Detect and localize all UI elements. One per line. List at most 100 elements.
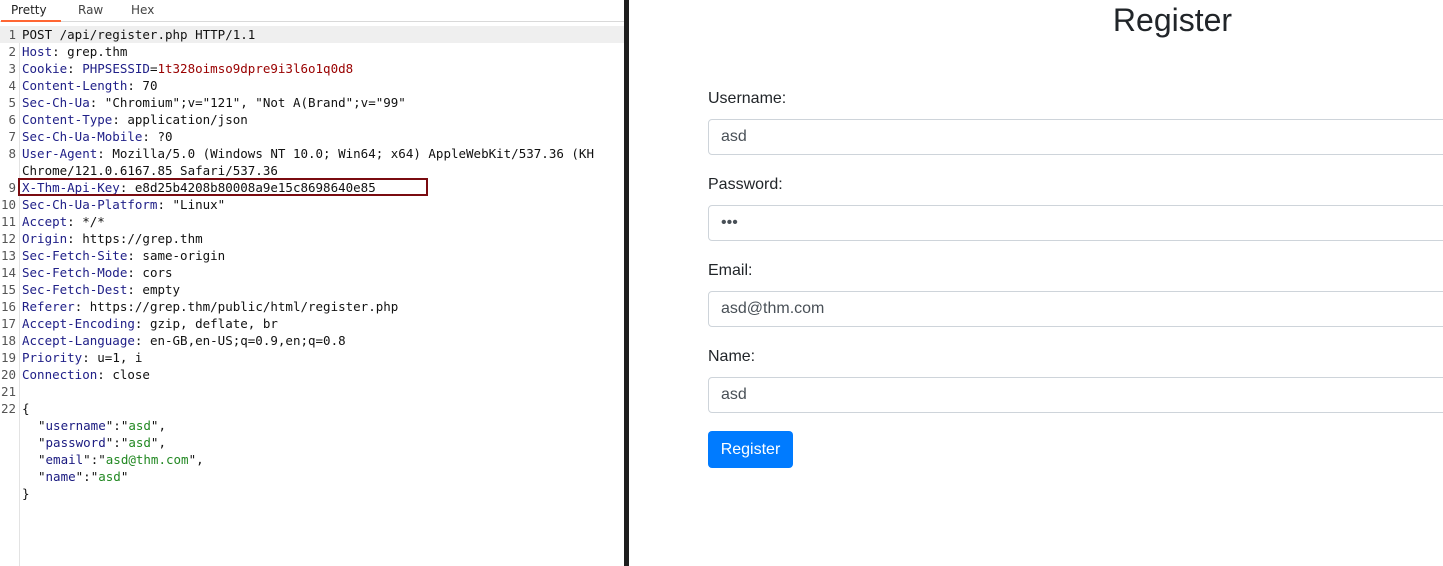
request-line: 13 Sec-Fetch-Site: same-origin [0,247,624,264]
header-name: Accept-Language [22,333,135,348]
json-value: asd [128,435,151,450]
request-line: "name":"asd" [0,468,624,485]
header-field: Accept-Language: en-GB,en-US;q=0.9,en;q=… [22,333,346,348]
request-line: 22 { [0,400,624,417]
header-field: Host: grep.thm [22,44,128,59]
page-title: Register [1112,2,1233,38]
line-number: 10 [0,197,16,212]
header-name: Accept-Encoding [22,316,135,331]
header-field: Sec-Ch-Ua: "Chromium";v="121", "Not A(Br… [22,95,406,110]
line-number: 16 [0,299,16,314]
header-value: */* [82,214,105,229]
request-line: 14 Sec-Fetch-Mode: cors [0,264,624,281]
header-name: Accept [22,214,68,229]
json-key: username [45,418,106,433]
header-name: Sec-Ch-Ua [22,95,90,110]
line-number: 8 [8,146,16,161]
header-value: "Linux" [172,197,226,212]
request-line: 6 Content-Type: application/json [0,111,624,128]
line-number: 12 [0,231,16,246]
header-value: close [112,367,150,382]
request-line: 5 Sec-Ch-Ua: "Chromium";v="121", "Not A(B… [0,94,624,111]
json-field: "name":"asd" [38,469,129,484]
line-number: 5 [8,95,16,110]
request-line: 15 Sec-Fetch-Dest: empty [0,281,624,298]
header-name: User-Agent [22,146,98,161]
name-label: Name: [708,348,756,365]
line-number: 3 [8,61,16,76]
request-line: "email":"asd@thm.com", [0,451,624,468]
line-number: 11 [0,214,16,229]
request-line: "username":"asd", [0,417,624,434]
request-line: 16 Referer: https://grep.thm/public/html/… [0,298,624,315]
json-field: "password":"asd", [38,435,166,450]
header-value: https://grep.thm [82,231,203,246]
header-field: Accept-Encoding: gzip, deflate, br [22,316,278,331]
cookie-value: 1t328oimso9dpre9i3l6o1q0d8 [157,61,354,76]
request-line: 12 Origin: https://grep.thm [0,230,624,247]
json-key: password [45,435,106,450]
name-input[interactable] [708,377,1443,413]
request-line: 17 Accept-Encoding: gzip, deflate, br [0,315,624,332]
header-field: Accept: */* [22,214,105,229]
line-number: 22 [0,401,16,416]
header-value: 70 [142,78,158,93]
header-field: Sec-Fetch-Site: same-origin [22,248,226,263]
header-value: Mozilla/5.0 (Windows NT 10.0; Win64; x64… [112,146,594,161]
line-number: 19 [0,350,16,365]
header-value: u=1, i [97,350,143,365]
header-field: Content-Length: 70 [22,78,158,93]
header-name: Sec-Ch-Ua-Mobile [22,129,143,144]
request-text: { [22,401,30,416]
request-line: 4 Content-Length: 70 [0,77,624,94]
json-separator: , [158,435,166,450]
line-number: 20 [0,367,16,382]
header-field: Sec-Ch-Ua-Platform: "Linux" [22,197,226,212]
header-name: Referer [22,299,75,314]
request-line: 3 Cookie: PHPSESSID=1t328oimso9dpre9i3l6o… [0,60,624,77]
json-value: asd [98,469,121,484]
request-line: 2 Host: grep.thm [0,43,624,60]
header-name: Connection [22,367,98,382]
tab-hex[interactable]: Hex [131,0,154,20]
header-value: empty [142,282,181,297]
header-value: grep.thm [67,44,128,59]
line-number: 15 [0,282,16,297]
password-label: Password: [708,176,783,193]
header-value: same-origin [142,248,226,263]
header-field: Referer: https://grep.thm/public/html/re… [22,299,399,314]
header-field: Priority: u=1, i [22,350,143,365]
tab-raw[interactable]: Raw [78,0,103,20]
header-value: en-GB,en-US;q=0.9,en;q=0.8 [149,333,346,348]
request-line: 1 POST /api/register.php HTTP/1.1 [0,26,624,43]
register-button[interactable]: Register [708,431,793,468]
view-tabs: Pretty Raw Hex [0,0,624,22]
tab-pretty[interactable]: Pretty [1,0,61,22]
header-name: Host [22,44,53,59]
header-value: gzip, deflate, br [149,316,278,331]
json-field: "username":"asd", [38,418,166,433]
header-name: Cookie [22,61,68,76]
request-line: 7 Sec-Ch-Ua-Mobile: ?0 [0,128,624,145]
json-value: asd@thm.com [105,452,189,467]
password-input[interactable] [708,205,1443,241]
header-name: Sec-Ch-Ua-Platform [22,197,158,212]
header-field: Connection: close [22,367,150,382]
header-value: ?0 [157,129,173,144]
line-number: 1 [8,27,16,42]
request-line: 21 [0,383,624,400]
header-name: Origin [22,231,68,246]
request-text: Chrome/121.0.6167.85 Safari/537.36 [22,163,278,178]
request-text: POST /api/register.php HTTP/1.1 [22,27,256,42]
username-input[interactable] [708,119,1443,155]
header-field: Origin: https://grep.thm [22,231,203,246]
header-field: User-Agent: Mozilla/5.0 (Windows NT 10.0… [22,146,594,161]
json-separator: , [196,452,204,467]
header-name: Sec-Fetch-Dest [22,282,128,297]
header-name: Sec-Fetch-Mode [22,265,128,280]
request-line: 11 Accept: */* [0,213,624,230]
request-line: "password":"asd", [0,434,624,451]
request-line: } [0,485,624,502]
register-page: Register Username: Password: Email: Name… [629,0,1443,566]
email-input[interactable] [708,291,1443,327]
